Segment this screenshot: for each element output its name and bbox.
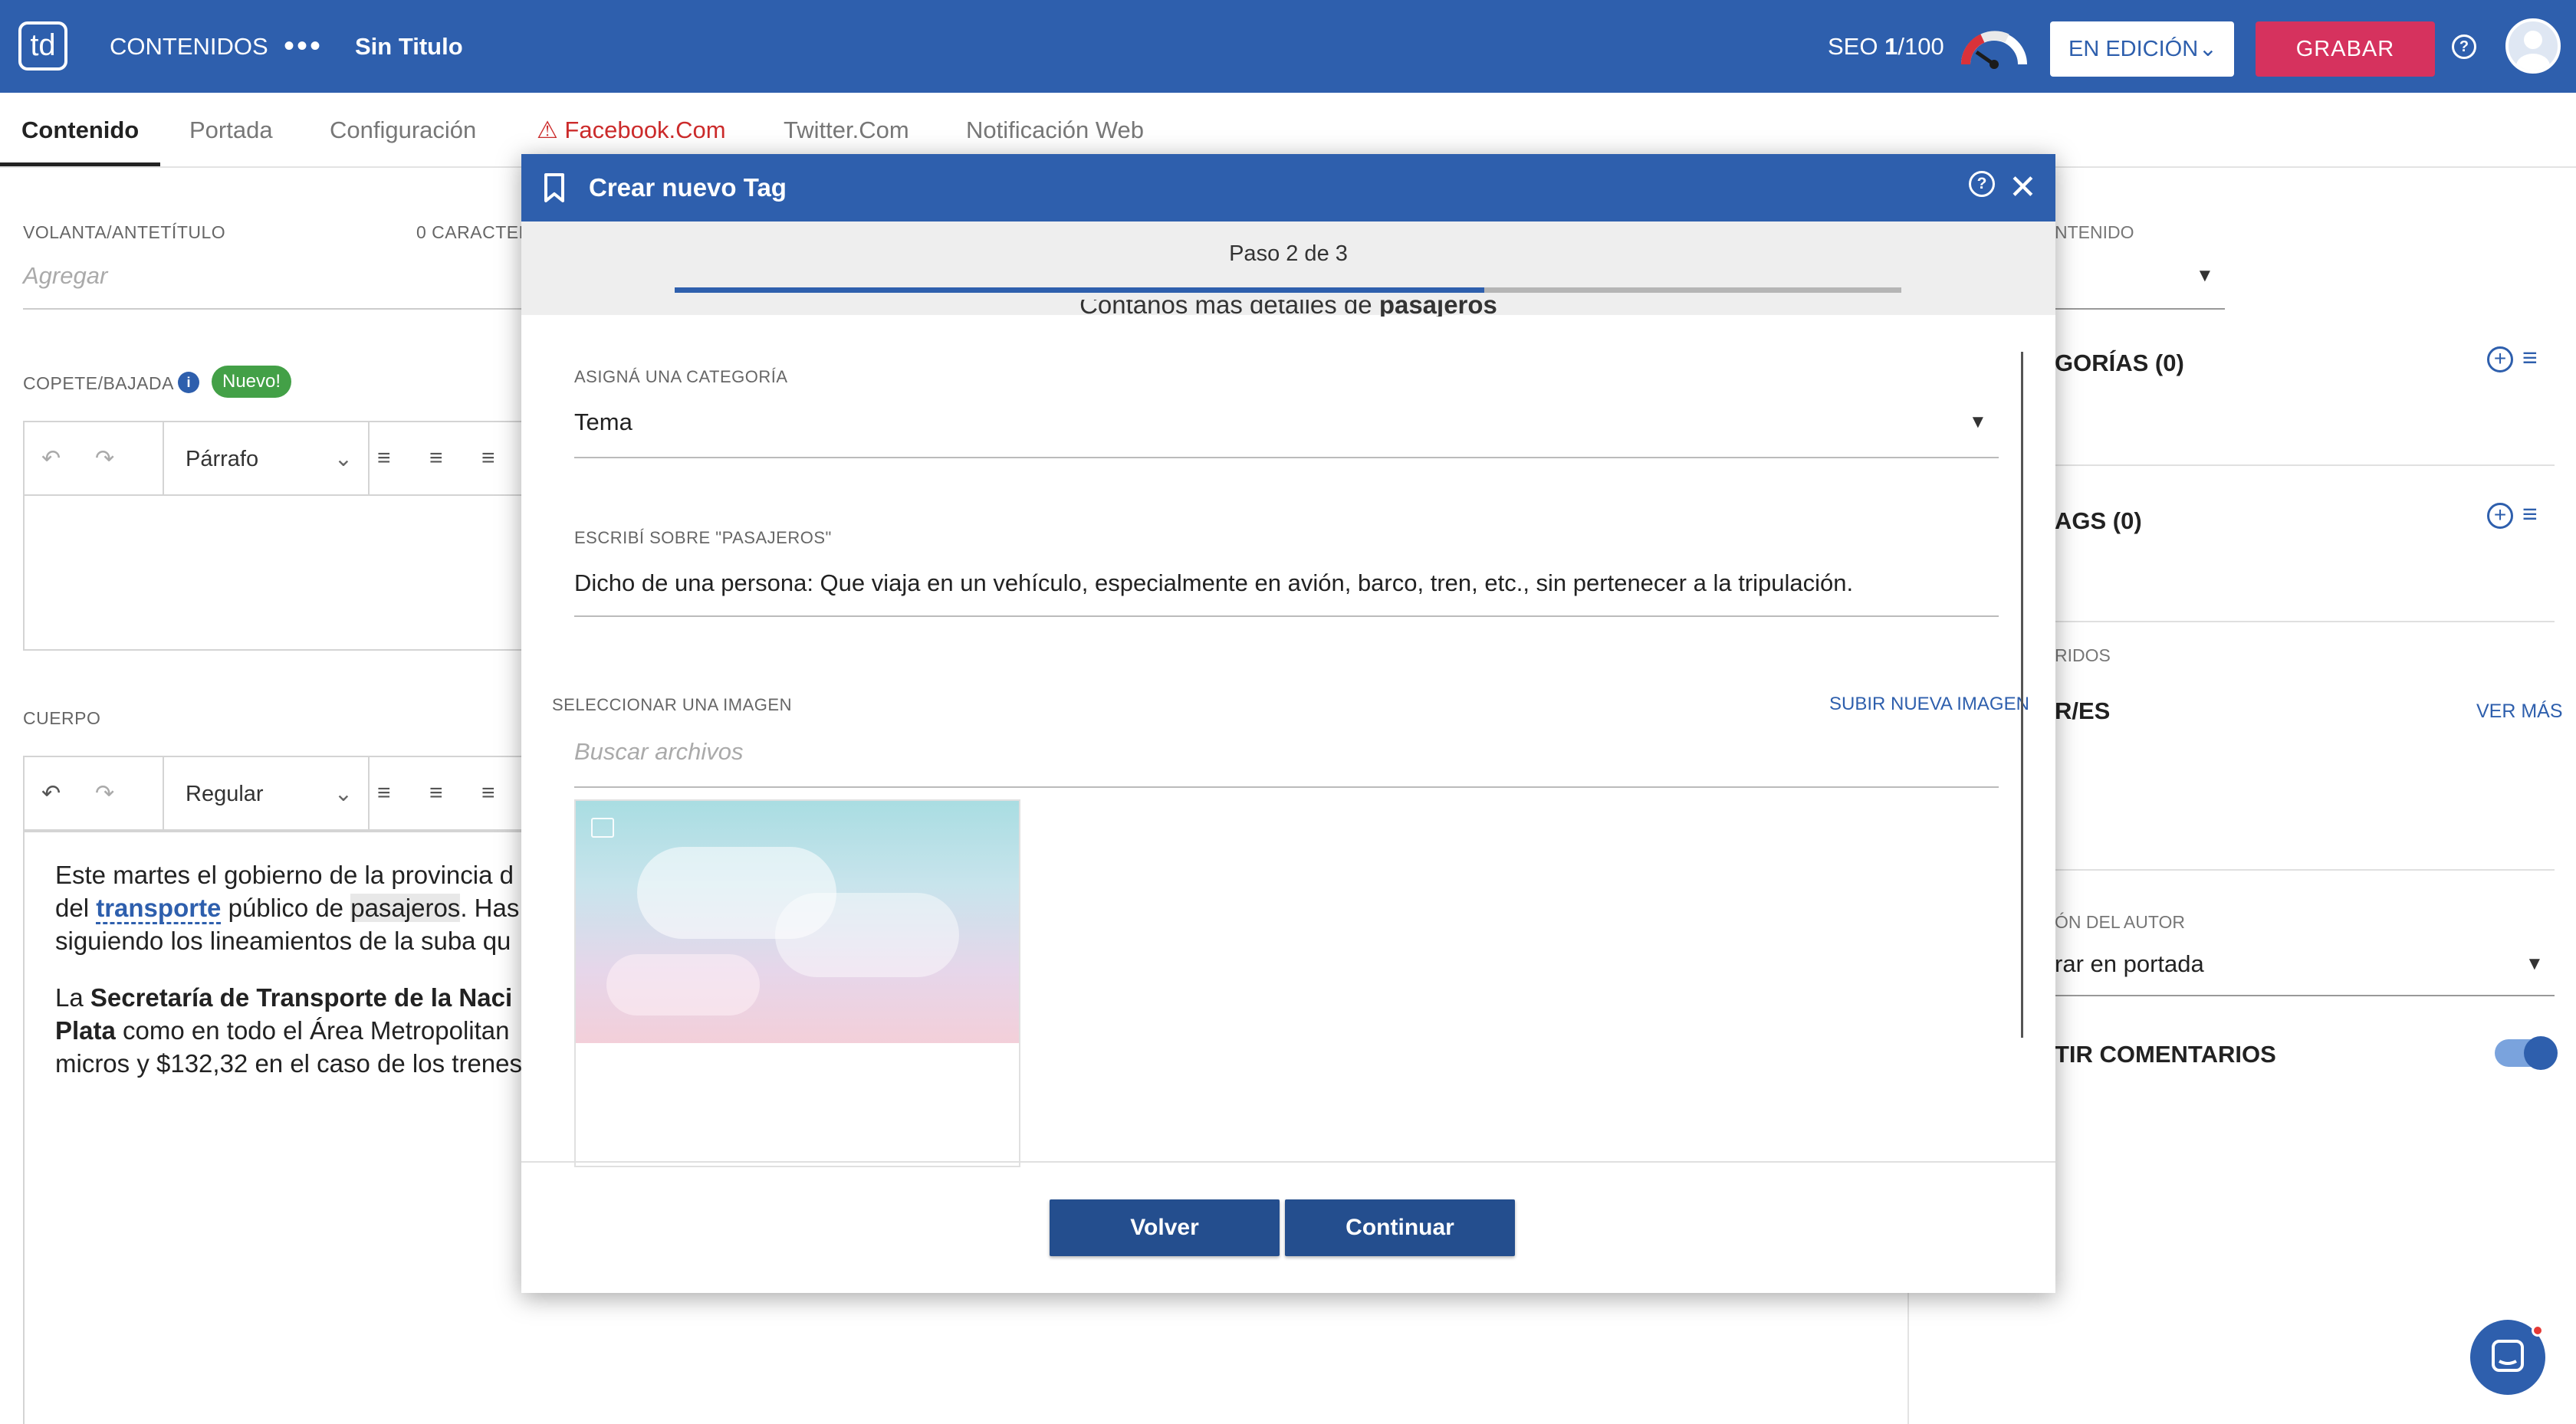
image-label: SELECCIONAR UNA IMAGEN <box>552 695 792 714</box>
seo-gauge-icon[interactable] <box>1960 21 2029 71</box>
comments-toggle[interactable] <box>2495 1036 2558 1070</box>
progress-fill <box>675 287 1484 293</box>
app-logo[interactable]: td <box>18 21 67 71</box>
align-left-icon[interactable]: ≡ <box>377 780 391 806</box>
content-type-underline <box>2055 308 2225 310</box>
body-paragraph-2[interactable]: La Secretaría de Transporte de la Naci P… <box>55 981 522 1080</box>
caret-down-icon[interactable]: ▼ <box>1969 412 1987 433</box>
footer-divider <box>521 1161 2055 1163</box>
redo-icon[interactable]: ↷ <box>95 780 114 807</box>
tags-label: AGS (0) <box>2055 507 2142 534</box>
see-more-link[interactable]: VER MÁS <box>2476 701 2563 723</box>
authors-label: R/ES <box>2055 697 2111 724</box>
divider <box>2055 869 2555 871</box>
notification-dot <box>2532 1324 2544 1337</box>
tag-link-transporte[interactable]: transporte <box>96 894 222 924</box>
close-icon[interactable]: ✕ <box>2009 166 2037 209</box>
section-menu[interactable]: CONTENIDOS <box>110 0 268 93</box>
toggle-knob <box>2524 1036 2558 1070</box>
new-badge: Nuevo! <box>212 366 292 398</box>
modal-header: Crear nuevo Tag ? ✕ <box>521 154 2055 221</box>
copete-toolbar: ↶ ↷ Párrafo ⌄ ≡ ≡ ≡ <box>25 422 558 496</box>
description-input[interactable]: Dicho de una persona: Que viaja en un ve… <box>574 569 1853 597</box>
info-icon[interactable]: i <box>178 372 199 393</box>
playlist-add-icon[interactable]: ≡ <box>2522 500 2538 530</box>
align-center-icon[interactable]: ≡ <box>429 445 443 471</box>
add-category-icon[interactable]: + <box>2487 346 2513 372</box>
volanta-counter: 0 CARACTER <box>416 222 532 242</box>
redo-icon[interactable]: ↷ <box>95 445 114 472</box>
chevron-down-icon: ⌄ <box>334 782 353 806</box>
body-paragraph-1[interactable]: Este martes el gobierno de la provincia … <box>55 858 519 957</box>
help-icon[interactable]: ? <box>2452 34 2476 59</box>
align-right-icon[interactable]: ≡ <box>481 780 495 806</box>
intro-text: Contanos más detalles de pasajeros <box>1079 300 1497 317</box>
volanta-label: VOLANTA/ANTETÍTULO <box>23 222 226 242</box>
author-position-underline <box>2055 995 2555 996</box>
category-label: ASIGNÁ UNA CATEGORÍA <box>574 367 788 386</box>
top-bar: td CONTENIDOS ••• Sin Titulo SEO 1/100 E… <box>0 0 2576 93</box>
search-underline <box>574 786 1999 788</box>
add-tag-icon[interactable]: + <box>2487 503 2513 529</box>
create-tag-modal: Crear nuevo Tag ? ✕ Paso 2 de 3 Contanos… <box>521 154 2055 1293</box>
user-avatar[interactable] <box>2505 18 2561 74</box>
image-icon <box>591 818 614 838</box>
paragraph-style-select[interactable]: Párrafo ⌄ <box>163 422 370 496</box>
scrollbar[interactable] <box>2021 352 2023 1038</box>
chevron-down-icon: ⌄ <box>334 447 353 471</box>
align-center-icon[interactable]: ≡ <box>429 780 443 806</box>
undo-icon[interactable]: ↶ <box>41 445 61 472</box>
align-right-icon[interactable]: ≡ <box>481 445 495 471</box>
related-label: RIDOS <box>2055 645 2111 665</box>
status-dropdown[interactable]: EN EDICIÓN ⌄ <box>2050 21 2234 77</box>
progress-bar <box>675 287 1901 293</box>
save-button[interactable]: GRABAR <box>2256 21 2435 77</box>
description-underline <box>574 615 1999 617</box>
file-search-input[interactable]: Buscar archivos <box>574 738 744 766</box>
chevron-down-icon: ⌄ <box>2198 37 2217 61</box>
copete-editor[interactable]: ↶ ↷ Párrafo ⌄ ≡ ≡ ≡ <box>23 421 560 651</box>
more-menu-icon[interactable]: ••• <box>284 0 323 93</box>
caret-down-icon[interactable]: ▼ <box>2525 953 2544 975</box>
selected-term[interactable]: pasajeros <box>350 894 461 922</box>
tab-portada[interactable]: Portada <box>189 93 273 166</box>
comments-label: TIR COMENTARIOS <box>2055 1041 2276 1068</box>
categories-label: GORÍAS (0) <box>2055 349 2184 376</box>
document-title[interactable]: Sin Titulo <box>355 0 463 93</box>
help-icon[interactable]: ? <box>1969 171 1995 197</box>
upload-image-link[interactable]: SUBIR NUEVA IMAGEN <box>1829 694 2029 715</box>
warning-icon: ⚠ <box>537 116 558 143</box>
undo-icon[interactable]: ↶ <box>41 780 61 807</box>
continue-button[interactable]: Continuar <box>1285 1199 1515 1256</box>
cuerpo-label: CUERPO <box>23 708 101 728</box>
cuerpo-toolbar: ↶ ↷ Regular ⌄ ≡ ≡ ≡ <box>25 757 561 831</box>
back-button[interactable]: Volver <box>1050 1199 1280 1256</box>
modal-title: Crear nuevo Tag <box>589 173 787 202</box>
bookmark-icon <box>544 173 564 202</box>
image-thumbnail[interactable] <box>574 799 1020 1167</box>
description-label: ESCRIBÍ SOBRE "PASAJEROS" <box>574 528 832 547</box>
author-position-select[interactable]: rar en portada <box>2055 950 2204 978</box>
font-style-select[interactable]: Regular ⌄ <box>163 757 370 831</box>
divider <box>2055 464 2555 466</box>
author-position-label: ÓN DEL AUTOR <box>2055 912 2185 932</box>
tab-configuracion[interactable]: Configuración <box>330 93 476 166</box>
caret-down-icon[interactable]: ▼ <box>2196 265 2214 287</box>
volanta-underline <box>23 308 529 310</box>
category-select[interactable]: Tema <box>574 408 632 436</box>
playlist-add-icon[interactable]: ≡ <box>2522 343 2538 373</box>
column-divider <box>1907 1288 1909 1424</box>
copete-label: COPETE/BAJADA <box>23 373 174 393</box>
category-underline <box>574 457 1999 458</box>
step-text: Paso 2 de 3 <box>1229 241 1348 266</box>
tab-contenido[interactable]: Contenido <box>0 93 161 166</box>
seo-score: SEO 1/100 <box>1828 33 1944 60</box>
sky-image <box>576 801 1019 1043</box>
volanta-input[interactable]: Agregar <box>23 262 107 290</box>
divider <box>2055 621 2555 622</box>
content-type-label: NTENIDO <box>2055 222 2134 242</box>
align-left-icon[interactable]: ≡ <box>377 445 391 471</box>
